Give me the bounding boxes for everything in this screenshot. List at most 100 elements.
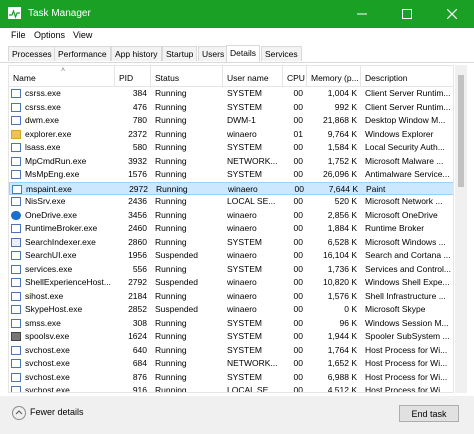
table-row[interactable]: csrss.exe 476 Running SYSTEM 00 992 K Client S… bbox=[9, 101, 453, 115]
tab-services[interactable]: Services bbox=[261, 46, 302, 61]
column-header-cpu[interactable]: CPU bbox=[283, 66, 307, 86]
menu-file[interactable]: File bbox=[11, 30, 26, 40]
process-name: sihost.exe bbox=[9, 290, 115, 304]
table-row[interactable]: SearchIndexer.exe 2860 Running SYSTEM 00 6,52… bbox=[9, 236, 453, 250]
table-row-selected[interactable]: mspaint.exe 2972 Running winaero 00 7,644 K Pa… bbox=[9, 181, 453, 197]
process-user: SYSTEM bbox=[227, 331, 262, 341]
process-name: mspaint.exe bbox=[10, 183, 116, 197]
table-row[interactable]: services.exe 556 Running SYSTEM 00 1,736 K Ser… bbox=[9, 263, 453, 277]
end-task-button[interactable]: End task bbox=[399, 405, 459, 422]
tab-processes[interactable]: Processes bbox=[8, 46, 56, 61]
scrollbar-thumb[interactable] bbox=[458, 75, 464, 187]
task-manager-icon bbox=[8, 7, 21, 19]
table-row[interactable]: NisSrv.exe 2436 Running LOCAL SE... 00 520 K M… bbox=[9, 195, 453, 209]
process-name: ShellExperienceHost... bbox=[9, 276, 115, 290]
process-pid: 384 bbox=[132, 88, 147, 98]
process-memory: 1,584 K bbox=[327, 142, 357, 152]
process-name-text: mspaint.exe bbox=[26, 183, 72, 194]
column-header-name[interactable]: ˄ Name bbox=[9, 66, 115, 86]
vertical-scrollbar[interactable] bbox=[455, 65, 467, 393]
process-status: Running bbox=[155, 169, 187, 179]
table-row[interactable]: OneDrive.exe 3456 Running winaero 00 2,856 K M… bbox=[9, 209, 453, 223]
process-pid: 876 bbox=[132, 371, 147, 382]
process-name: svchost.exe bbox=[9, 357, 115, 371]
column-header-pid[interactable]: PID bbox=[115, 66, 151, 86]
column-header-row: ˄ Name PID Status User name CPU Memory (… bbox=[9, 66, 453, 87]
process-user: winaero bbox=[227, 250, 257, 260]
process-memory: 1,752 K bbox=[327, 155, 357, 166]
process-name: dwm.exe bbox=[9, 114, 115, 128]
table-row[interactable]: lsass.exe 580 Running SYSTEM 00 1,584 K Local … bbox=[9, 141, 453, 155]
process-name: smss.exe bbox=[9, 317, 115, 331]
table-row[interactable]: sihost.exe 2184 Running winaero 00 1,576 K She… bbox=[9, 290, 453, 304]
process-description: Host Process for Wi... bbox=[365, 371, 448, 382]
process-description: Windows Shell Expe... bbox=[365, 277, 450, 287]
maximize-button[interactable] bbox=[384, 0, 429, 28]
column-header-status[interactable]: Status bbox=[151, 66, 223, 86]
process-name: RuntimeBroker.exe bbox=[9, 222, 115, 236]
table-row[interactable]: dwm.exe 780 Running DWM-1 00 21,868 K Desktop … bbox=[9, 114, 453, 128]
process-cpu: 00 bbox=[293, 331, 303, 341]
fewer-details-link[interactable]: Fewer details bbox=[30, 407, 84, 417]
system-process-icon bbox=[11, 359, 21, 368]
process-user: winaero bbox=[227, 290, 257, 301]
process-pid: 2460 bbox=[128, 223, 147, 233]
table-row[interactable]: SkypeHost.exe 2852 Suspended winaero 00 0 K Mi… bbox=[9, 303, 453, 317]
process-pid: 2436 bbox=[128, 196, 147, 206]
tab-startup[interactable]: Startup bbox=[162, 46, 198, 61]
table-row[interactable]: ShellExperienceHost... 2792 Suspended winae… bbox=[9, 276, 453, 290]
process-status: Running bbox=[155, 101, 187, 112]
fewer-details-toggle[interactable] bbox=[12, 406, 26, 420]
column-header-memory[interactable]: Memory (p... bbox=[307, 66, 361, 86]
table-row[interactable]: csrss.exe 384 Running SYSTEM 00 1,004 K Client… bbox=[9, 87, 453, 101]
process-cpu: 00 bbox=[294, 183, 304, 194]
process-pid: 3456 bbox=[128, 209, 147, 220]
process-memory: 10,820 K bbox=[322, 277, 357, 287]
process-name-text: svchost.exe bbox=[25, 385, 70, 393]
process-pid: 780 bbox=[132, 115, 147, 125]
details-grid: ˄ Name PID Status User name CPU Memory (… bbox=[8, 65, 454, 393]
table-row[interactable]: MsMpEng.exe 1576 Running SYSTEM 00 26,096 K An… bbox=[9, 168, 453, 182]
tab-performance[interactable]: Performance bbox=[54, 46, 111, 61]
tab-details[interactable]: Details bbox=[226, 45, 260, 62]
process-cpu: 00 bbox=[293, 169, 303, 179]
process-description: Local Security Auth... bbox=[365, 142, 445, 152]
table-row[interactable]: explorer.exe 2372 Running winaero 01 9,764 K W… bbox=[9, 128, 453, 142]
table-row[interactable]: MpCmdRun.exe 3932 Running NETWORK... 00 1,752… bbox=[9, 155, 453, 169]
process-description: Microsoft OneDrive bbox=[365, 209, 438, 220]
menu-options[interactable]: Options bbox=[34, 30, 65, 40]
table-row[interactable]: spoolsv.exe 1624 Running SYSTEM 00 1,944 K Spo… bbox=[9, 330, 453, 344]
system-process-icon bbox=[11, 318, 21, 328]
process-cpu: 00 bbox=[293, 385, 303, 393]
table-row[interactable]: svchost.exe 916 Running LOCAL SE... 00 4,512 … bbox=[9, 384, 453, 393]
tab-users[interactable]: Users bbox=[198, 46, 229, 61]
table-row[interactable]: svchost.exe 640 Running SYSTEM 00 1,764 K Host… bbox=[9, 344, 453, 358]
process-name: csrss.exe bbox=[9, 101, 115, 115]
table-row[interactable]: SearchUI.exe 1956 Suspended winaero 00 16,104… bbox=[9, 249, 453, 263]
process-description: Paint bbox=[366, 183, 386, 194]
process-description: Desktop Window M... bbox=[365, 115, 446, 125]
paint-icon bbox=[12, 184, 22, 194]
process-cpu: 00 bbox=[293, 223, 303, 233]
system-process-icon bbox=[11, 156, 21, 166]
process-description: Host Process for Wi... bbox=[365, 358, 448, 368]
process-cpu: 00 bbox=[293, 371, 303, 382]
table-row[interactable]: svchost.exe 876 Running SYSTEM 00 6,988 K Host… bbox=[9, 371, 453, 385]
process-memory: 6,988 K bbox=[327, 371, 357, 382]
process-description: Microsoft Network ... bbox=[365, 196, 443, 206]
close-button[interactable] bbox=[429, 0, 474, 28]
process-user: SYSTEM bbox=[227, 101, 262, 112]
minimize-button[interactable] bbox=[339, 0, 384, 28]
process-memory: 992 K bbox=[334, 101, 357, 112]
table-row[interactable]: RuntimeBroker.exe 2460 Running winaero 00 1,8… bbox=[9, 222, 453, 236]
table-row[interactable]: svchost.exe 684 Running NETWORK... 00 1,652 K… bbox=[9, 357, 453, 371]
table-row[interactable]: smss.exe 308 Running SYSTEM 00 96 K Windows Se… bbox=[9, 317, 453, 331]
menu-view[interactable]: View bbox=[73, 30, 92, 40]
tab-app-history[interactable]: App history bbox=[111, 46, 162, 61]
column-header-description[interactable]: Description bbox=[361, 66, 453, 86]
process-name-text: svchost.exe bbox=[25, 358, 70, 368]
column-header-user-name[interactable]: User name bbox=[223, 66, 283, 86]
process-memory: 1,884 K bbox=[327, 223, 357, 233]
process-pid: 684 bbox=[132, 358, 147, 368]
process-name-text: services.exe bbox=[25, 263, 73, 274]
